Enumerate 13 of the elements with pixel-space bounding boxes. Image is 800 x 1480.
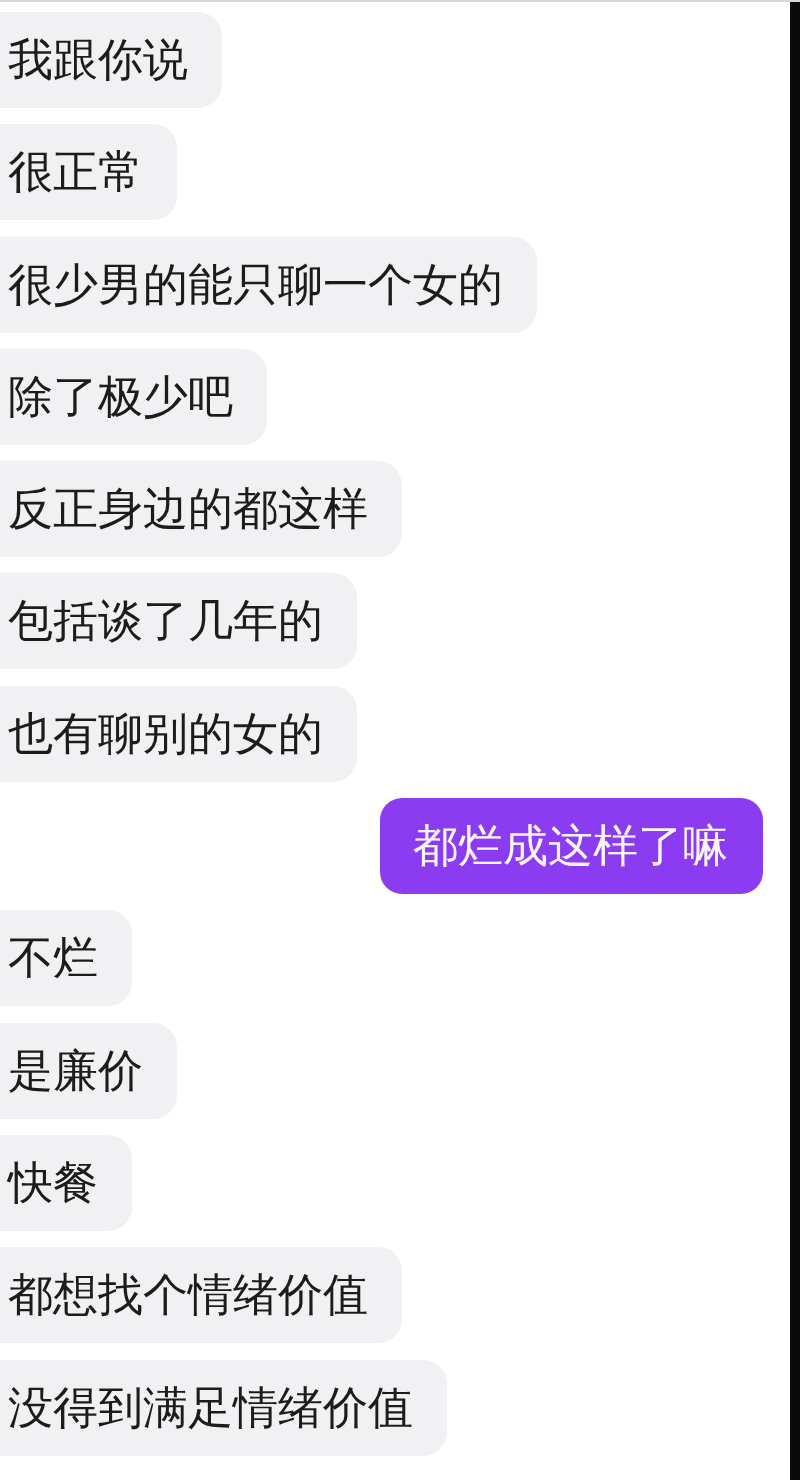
message-bubble: 很正常 [0,124,177,221]
message-bubble: 不烂 [0,910,132,1007]
message-bubble: 是廉价 [0,1022,177,1119]
message-bubble: 除了极少吧 [0,348,267,445]
message-bubble: 包括谈了几年的 [0,573,357,670]
message-bubble: 我跟你说 [0,12,222,108]
message-bubble: 也有聊别的女的 [0,685,357,782]
message-bubble: 很少男的能只聊一个女的 [0,236,537,333]
message-bubble: 反正身边的都这样 [0,461,402,558]
message-bubble: 都想找个情绪价值 [0,1247,402,1344]
message-bubble: 都烂成这样了嘛 [380,798,763,895]
message-bubble: 没得到满足情绪价值 [0,1359,447,1456]
message-bubble: 快餐 [0,1134,132,1231]
